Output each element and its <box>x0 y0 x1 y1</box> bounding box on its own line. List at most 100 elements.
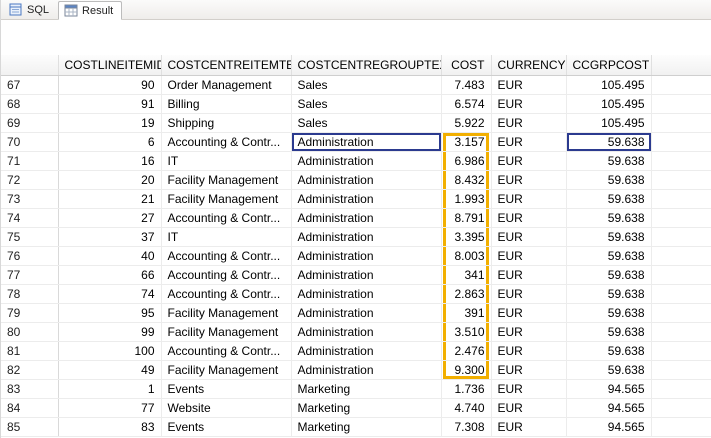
cell-cost[interactable]: 8.432 <box>441 170 492 190</box>
cell-cost[interactable]: 6.986 <box>441 151 492 171</box>
cell-ccgrpcost[interactable]: 59.638 <box>566 189 652 209</box>
cell-costcentregrouptext[interactable]: Administration <box>291 170 442 190</box>
table-row[interactable]: 84 77 Website Marketing 4.740 EUR 94.565 <box>1 398 711 418</box>
cell-currency[interactable]: EUR <box>491 189 567 209</box>
cell-ccgrpcost[interactable]: 59.638 <box>566 227 652 247</box>
cell-costlineitemid[interactable]: 83 <box>58 417 162 437</box>
cell-cost[interactable]: 3.510 <box>441 322 492 342</box>
cell-ccgrpcost[interactable]: 59.638 <box>566 151 652 171</box>
cell-ccgrpcost[interactable]: 94.565 <box>566 379 652 399</box>
table-row[interactable]: 71 16 IT Administration 6.986 EUR 59.638 <box>1 151 711 171</box>
cell-cost[interactable]: 8.003 <box>441 246 492 266</box>
cell-costlineitemid[interactable]: 49 <box>58 360 162 380</box>
cell-costcentreitemtext[interactable]: Accounting & Contr... <box>161 208 292 228</box>
cell-cost[interactable]: 7.308 <box>441 417 492 437</box>
cell-cost[interactable]: 2.476 <box>441 341 492 361</box>
tab-sql[interactable]: SQL <box>3 0 58 19</box>
cell-costcentregrouptext[interactable]: Administration <box>291 132 442 152</box>
cell-costcentregrouptext[interactable]: Administration <box>291 322 442 342</box>
table-row[interactable]: 72 20 Facility Management Administration 8.4… <box>1 170 711 190</box>
cell-ccgrpcost[interactable]: 59.638 <box>566 246 652 266</box>
table-row[interactable]: 83 1 Events Marketing 1.736 EUR 94.565 <box>1 379 711 399</box>
row-number-cell[interactable]: 85 <box>1 417 59 437</box>
cell-costlineitemid[interactable]: 91 <box>58 94 162 114</box>
table-row[interactable]: 77 66 Accounting & Contr... Administration 3… <box>1 265 711 285</box>
row-number-cell[interactable]: 79 <box>1 303 59 323</box>
cell-costcentreitemtext[interactable]: IT <box>161 227 292 247</box>
cell-currency[interactable]: EUR <box>491 246 567 266</box>
cell-costcentreitemtext[interactable]: Facility Management <box>161 170 292 190</box>
table-row[interactable]: 70 6 Accounting & Contr... Administration 3.… <box>1 132 711 152</box>
cell-costlineitemid[interactable]: 74 <box>58 284 162 304</box>
row-number-cell[interactable]: 68 <box>1 94 59 114</box>
cell-costcentregrouptext[interactable]: Administration <box>291 341 442 361</box>
row-number-cell[interactable]: 69 <box>1 113 59 133</box>
cell-costlineitemid[interactable]: 66 <box>58 265 162 285</box>
table-row[interactable]: 67 90 Order Management Sales 7.483 EUR 105.495 <box>1 75 711 95</box>
cell-ccgrpcost[interactable]: 59.638 <box>566 322 652 342</box>
cell-costcentreitemtext[interactable]: Facility Management <box>161 303 292 323</box>
cell-costcentregrouptext[interactable]: Administration <box>291 227 442 247</box>
cell-costcentreitemtext[interactable]: Website <box>161 398 292 418</box>
cell-costcentregrouptext[interactable]: Sales <box>291 113 442 133</box>
cell-ccgrpcost[interactable]: 59.638 <box>566 341 652 361</box>
cell-cost[interactable]: 2.863 <box>441 284 492 304</box>
table-row[interactable]: 69 19 Shipping Sales 5.922 EUR 105.495 <box>1 113 711 133</box>
row-number-cell[interactable]: 70 <box>1 132 59 152</box>
cell-currency[interactable]: EUR <box>491 208 567 228</box>
row-number-cell[interactable]: 76 <box>1 246 59 266</box>
cell-ccgrpcost[interactable]: 105.495 <box>566 94 652 114</box>
cell-ccgrpcost[interactable]: 59.638 <box>566 208 652 228</box>
cell-ccgrpcost[interactable]: 94.565 <box>566 398 652 418</box>
row-number-cell[interactable]: 67 <box>1 75 59 95</box>
cell-cost[interactable]: 3.395 <box>441 227 492 247</box>
cell-costcentregrouptext[interactable]: Marketing <box>291 398 442 418</box>
cell-currency[interactable]: EUR <box>491 341 567 361</box>
cell-cost[interactable]: 4.740 <box>441 398 492 418</box>
cell-costlineitemid[interactable]: 1 <box>58 379 162 399</box>
cell-cost[interactable]: 9.300 <box>441 360 492 380</box>
cell-costcentregrouptext[interactable]: Administration <box>291 208 442 228</box>
cell-currency[interactable]: EUR <box>491 417 567 437</box>
row-number-header[interactable] <box>1 55 59 76</box>
cell-costcentreitemtext[interactable]: Facility Management <box>161 189 292 209</box>
row-number-cell[interactable]: 83 <box>1 379 59 399</box>
cell-costlineitemid[interactable]: 19 <box>58 113 162 133</box>
column-header-ccgrpcost[interactable]: CCGRPCOST <box>566 55 652 76</box>
row-number-cell[interactable]: 75 <box>1 227 59 247</box>
cell-ccgrpcost[interactable]: 105.495 <box>566 113 652 133</box>
cell-costcentreitemtext[interactable]: Accounting & Contr... <box>161 341 292 361</box>
table-row[interactable]: 80 99 Facility Management Administration 3.5… <box>1 322 711 342</box>
cell-costcentreitemtext[interactable]: Events <box>161 417 292 437</box>
cell-costcentregrouptext[interactable]: Sales <box>291 75 442 95</box>
cell-costlineitemid[interactable]: 90 <box>58 75 162 95</box>
cell-costcentreitemtext[interactable]: Accounting & Contr... <box>161 132 292 152</box>
tab-result[interactable]: Result <box>58 1 123 20</box>
cell-costcentregrouptext[interactable]: Administration <box>291 284 442 304</box>
table-row[interactable]: 68 91 Billing Sales 6.574 EUR 105.495 <box>1 94 711 114</box>
cell-costcentregrouptext[interactable]: Marketing <box>291 417 442 437</box>
row-number-cell[interactable]: 72 <box>1 170 59 190</box>
cell-costcentregrouptext[interactable]: Administration <box>291 189 442 209</box>
table-row[interactable]: 82 49 Facility Management Administration 9.3… <box>1 360 711 380</box>
cell-cost[interactable]: 7.483 <box>441 75 492 95</box>
table-row[interactable]: 75 37 IT Administration 3.395 EUR 59.638 <box>1 227 711 247</box>
row-number-cell[interactable]: 84 <box>1 398 59 418</box>
row-number-cell[interactable]: 81 <box>1 341 59 361</box>
cell-costlineitemid[interactable]: 100 <box>58 341 162 361</box>
cell-costlineitemid[interactable]: 37 <box>58 227 162 247</box>
row-number-cell[interactable]: 78 <box>1 284 59 304</box>
cell-cost[interactable]: 1.993 <box>441 189 492 209</box>
cell-ccgrpcost[interactable]: 59.638 <box>566 265 652 285</box>
table-row[interactable]: 74 27 Accounting & Contr... Administration 8… <box>1 208 711 228</box>
cell-cost[interactable]: 391 <box>441 303 492 323</box>
cell-currency[interactable]: EUR <box>491 379 567 399</box>
cell-ccgrpcost[interactable]: 59.638 <box>566 284 652 304</box>
cell-costcentreitemtext[interactable]: IT <box>161 151 292 171</box>
cell-ccgrpcost[interactable]: 59.638 <box>566 132 652 152</box>
cell-costcentreitemtext[interactable]: Billing <box>161 94 292 114</box>
cell-currency[interactable]: EUR <box>491 227 567 247</box>
cell-costcentregrouptext[interactable]: Administration <box>291 360 442 380</box>
row-number-cell[interactable]: 71 <box>1 151 59 171</box>
cell-costcentregrouptext[interactable]: Administration <box>291 265 442 285</box>
